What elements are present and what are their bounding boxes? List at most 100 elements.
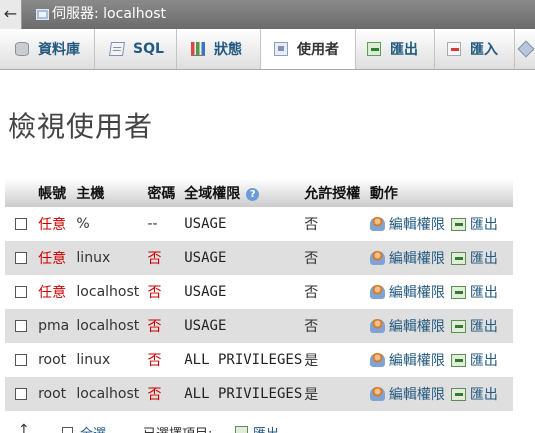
header-global-privileges-label: 全域權限 bbox=[184, 186, 241, 202]
row-checkbox[interactable] bbox=[15, 252, 27, 264]
edit-privileges-label: 編輯權限 bbox=[388, 386, 445, 403]
edit-privileges-label: 編輯權限 bbox=[388, 318, 445, 335]
user-cell: pma bbox=[36, 309, 75, 343]
password-cell: 否 bbox=[145, 241, 183, 275]
header-host[interactable]: 主機 bbox=[74, 179, 146, 207]
edit-privileges-icon bbox=[369, 386, 385, 401]
with-selected-label: 已選擇項目: bbox=[143, 423, 212, 433]
export-user-link[interactable]: 匯出 bbox=[450, 214, 498, 234]
edit-privileges-link[interactable]: 編輯權限 bbox=[369, 282, 445, 302]
tab-label: 匯入 bbox=[470, 42, 498, 58]
edit-privileges-label: 編輯權限 bbox=[388, 284, 445, 301]
action-cell: 編輯權限 匯出 bbox=[367, 207, 513, 241]
table-row: root linux 否 ALL PRIVILEGES 是 編輯權限 匯出 bbox=[5, 343, 513, 377]
export-user-link[interactable]: 匯出 bbox=[450, 316, 498, 336]
page-title: 檢視使用者 bbox=[8, 110, 154, 143]
export-user-link[interactable]: 匯出 bbox=[450, 282, 498, 302]
edit-privileges-label: 編輯權限 bbox=[388, 216, 445, 233]
action-cell: 編輯權限 匯出 bbox=[367, 343, 513, 377]
grant-cell: 否 bbox=[302, 241, 368, 275]
users-icon bbox=[274, 42, 288, 56]
edit-privileges-link[interactable]: 編輯權限 bbox=[369, 316, 445, 336]
grant-cell: 否 bbox=[302, 309, 368, 343]
export-label: 匯出 bbox=[469, 251, 498, 267]
grant-cell: 否 bbox=[302, 207, 368, 241]
user-cell: root bbox=[36, 377, 75, 411]
server-icon bbox=[36, 9, 49, 20]
export-icon bbox=[450, 319, 466, 333]
export-icon bbox=[450, 353, 466, 367]
export-icon bbox=[235, 426, 248, 433]
host-cell: linux bbox=[74, 343, 146, 377]
tab-users[interactable]: 使用者 bbox=[261, 29, 356, 69]
server-breadcrumb[interactable]: 伺服器: localhost bbox=[52, 6, 166, 23]
status-chart-icon bbox=[191, 42, 205, 56]
privileges-cell: ALL PRIVILEGES bbox=[182, 343, 303, 377]
password-cell: 否 bbox=[145, 343, 183, 377]
table-row: 任意 localhost 否 USAGE 否 編輯權限 匯出 bbox=[5, 275, 513, 309]
grant-cell: 否 bbox=[302, 275, 368, 309]
export-label: 匯出 bbox=[469, 353, 498, 369]
edit-privileges-link[interactable]: 編輯權限 bbox=[369, 214, 445, 234]
user-cell: 任意 bbox=[36, 275, 75, 309]
header-select bbox=[5, 179, 37, 207]
tab-label: 使用者 bbox=[297, 42, 339, 58]
header-password[interactable]: 密碼 bbox=[145, 179, 183, 207]
check-all-checkbox[interactable] bbox=[62, 427, 73, 433]
row-checkbox[interactable] bbox=[15, 388, 27, 400]
privileges-cell: ALL PRIVILEGES bbox=[182, 377, 303, 411]
edit-privileges-link[interactable]: 編輯權限 bbox=[369, 350, 445, 370]
row-checkbox[interactable] bbox=[15, 286, 27, 298]
table-row: 任意 % -- USAGE 否 編輯權限 匯出 bbox=[5, 207, 513, 241]
privileges-cell: USAGE bbox=[182, 275, 303, 309]
host-cell: % bbox=[74, 207, 146, 241]
tab-label: 狀態 bbox=[214, 42, 242, 58]
back-button[interactable]: ← bbox=[0, 0, 22, 29]
edit-privileges-link[interactable]: 編輯權限 bbox=[369, 248, 445, 268]
export-label: 匯出 bbox=[469, 319, 498, 335]
password-cell: 否 bbox=[145, 377, 183, 411]
export-label: 匯出 bbox=[469, 217, 498, 233]
edit-privileges-icon bbox=[369, 318, 385, 333]
sql-icon bbox=[109, 42, 125, 56]
privileges-cell: USAGE bbox=[182, 241, 303, 275]
database-icon bbox=[15, 42, 29, 56]
users-table: 帳號 主機 密碼 全域權限? 允許授權 動作 任意 % -- USAGE 否 編… bbox=[5, 179, 513, 411]
header-action: 動作 bbox=[367, 179, 513, 207]
export-selected-button[interactable]: 匯出 bbox=[253, 423, 279, 433]
header-global-privileges[interactable]: 全域權限? bbox=[182, 179, 303, 207]
tab-export[interactable]: 匯出 bbox=[356, 29, 435, 69]
export-label: 匯出 bbox=[469, 387, 498, 403]
bulk-actions-bar: ↑ 全選 已選擇項目: 匯出 bbox=[0, 420, 535, 433]
tab-more[interactable] bbox=[515, 29, 535, 69]
export-user-link[interactable]: 匯出 bbox=[450, 350, 498, 370]
tab-status[interactable]: 狀態 bbox=[177, 29, 261, 69]
action-cell: 編輯權限 匯出 bbox=[367, 275, 513, 309]
row-checkbox[interactable] bbox=[15, 320, 27, 332]
check-all-link[interactable]: 全選 bbox=[80, 423, 106, 433]
password-cell: 否 bbox=[145, 275, 183, 309]
tab-label: 匯出 bbox=[390, 42, 418, 58]
edit-privileges-icon bbox=[369, 250, 385, 265]
edit-privileges-label: 編輯權限 bbox=[388, 250, 445, 267]
host-cell: localhost bbox=[74, 275, 146, 309]
help-icon[interactable]: ? bbox=[246, 187, 260, 201]
edit-privileges-link[interactable]: 編輯權限 bbox=[369, 384, 445, 404]
user-cell: 任意 bbox=[36, 241, 75, 275]
top-bar: ← 伺服器: localhost bbox=[0, 0, 535, 29]
host-cell: linux bbox=[74, 241, 146, 275]
edit-privileges-icon bbox=[369, 284, 385, 299]
tab-import[interactable]: 匯入 bbox=[435, 29, 515, 69]
import-icon bbox=[447, 42, 461, 56]
header-user[interactable]: 帳號 bbox=[36, 179, 75, 207]
row-checkbox[interactable] bbox=[15, 218, 27, 230]
header-grant[interactable]: 允許授權 bbox=[302, 179, 368, 207]
table-row: 任意 linux 否 USAGE 否 編輯權限 匯出 bbox=[5, 241, 513, 275]
privileges-cell: USAGE bbox=[182, 309, 303, 343]
export-user-link[interactable]: 匯出 bbox=[450, 248, 498, 268]
row-checkbox[interactable] bbox=[15, 354, 27, 366]
tab-databases[interactable]: 資料庫 bbox=[0, 29, 95, 69]
export-icon bbox=[367, 42, 381, 56]
export-user-link[interactable]: 匯出 bbox=[450, 384, 498, 404]
tab-sql[interactable]: SQL bbox=[95, 29, 177, 69]
